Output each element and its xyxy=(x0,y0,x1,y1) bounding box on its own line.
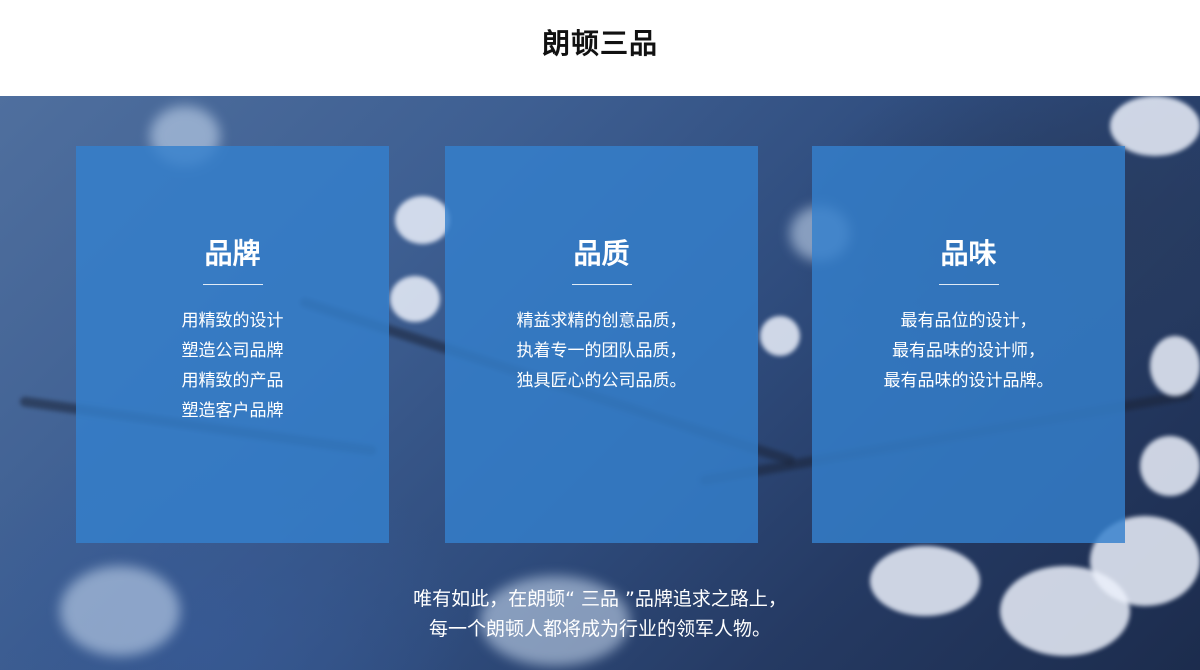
card-line: 精益求精的创意品质， xyxy=(516,311,687,331)
background-blossom xyxy=(760,316,800,356)
card-line: 用精致的设计 xyxy=(181,311,284,331)
background-blossom xyxy=(390,276,440,322)
background-blossom xyxy=(1140,436,1200,496)
card-title: 品味 xyxy=(940,237,997,270)
card-brand: 品牌 用精致的设计 塑造公司品牌 用精致的产品 塑造客户品牌 xyxy=(76,146,389,543)
footer-line: 唯有如此，在朗顿“ 三品 ”品牌追求之路上， xyxy=(413,588,787,610)
header: 朗顿三品 xyxy=(0,0,1200,96)
card-line: 执着专一的团队品质， xyxy=(516,341,687,361)
card-line: 最有品味的设计品牌。 xyxy=(883,371,1054,391)
card-divider xyxy=(571,284,632,285)
background-blossom xyxy=(1150,336,1200,396)
footer-text: 唯有如此，在朗顿“ 三品 ”品牌追求之路上， 每一个朗顿人都将成为行业的领军人物… xyxy=(0,584,1200,644)
card-line: 塑造客户品牌 xyxy=(181,401,284,421)
card-divider xyxy=(202,284,263,285)
card-text: 最有品位的设计， 最有品味的设计师， 最有品味的设计品牌。 xyxy=(812,306,1125,396)
footer-line: 每一个朗顿人都将成为行业的领军人物。 xyxy=(428,618,771,640)
card-line: 塑造公司品牌 xyxy=(181,341,284,361)
card-title: 品质 xyxy=(573,237,630,270)
background-blossom xyxy=(395,196,450,244)
card-text: 用精致的设计 塑造公司品牌 用精致的产品 塑造客户品牌 xyxy=(76,306,389,426)
card-quality: 品质 精益求精的创意品质， 执着专一的团队品质， 独具匠心的公司品质。 xyxy=(445,146,758,543)
page-title: 朗顿三品 xyxy=(541,27,658,60)
card-text: 精益求精的创意品质， 执着专一的团队品质， 独具匠心的公司品质。 xyxy=(445,306,758,396)
blossom-banner: 品牌 用精致的设计 塑造公司品牌 用精致的产品 塑造客户品牌 品质 精益求精的创… xyxy=(0,96,1200,670)
card-taste: 品味 最有品位的设计， 最有品味的设计师， 最有品味的设计品牌。 xyxy=(812,146,1125,543)
card-line: 独具匠心的公司品质。 xyxy=(516,371,687,391)
card-title: 品牌 xyxy=(204,237,261,270)
card-line: 最有品位的设计， xyxy=(900,311,1037,331)
card-line: 最有品味的设计师， xyxy=(892,341,1045,361)
card-line: 用精致的产品 xyxy=(181,371,284,391)
card-divider xyxy=(938,284,999,285)
